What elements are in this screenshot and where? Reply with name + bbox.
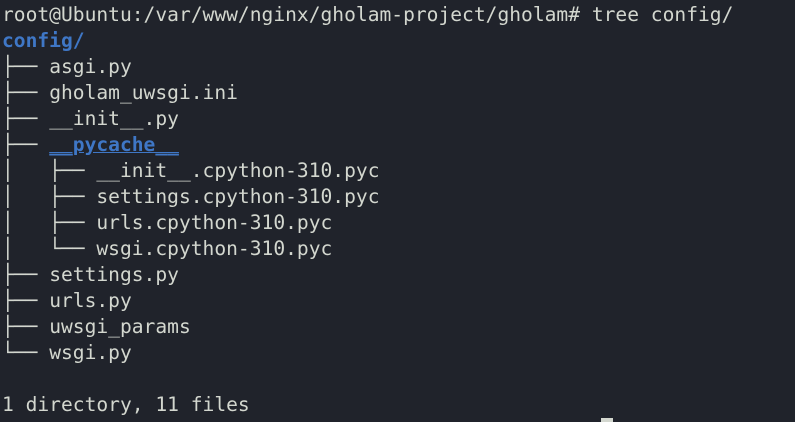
file-name: uwsgi_params bbox=[49, 315, 191, 338]
tree-entry: ├── asgi.py bbox=[2, 54, 132, 80]
file-name: wsgi.cpython-310.pyc bbox=[96, 237, 333, 260]
tree-branch: │ └── bbox=[2, 237, 97, 260]
tree-entry: ├── __init__.py bbox=[2, 106, 179, 132]
tree-entry: ├── __pycache__ bbox=[2, 132, 179, 158]
shell-prompt: root@Ubuntu:/var/www/nginx/gholam-projec… bbox=[2, 3, 581, 26]
tree-entry: │ └── wsgi.cpython-310.pyc bbox=[2, 236, 332, 262]
file-name: urls.cpython-310.pyc bbox=[96, 211, 333, 234]
tree-branch: ├── bbox=[2, 81, 50, 104]
directory-name: __pycache__ bbox=[49, 133, 179, 156]
tree-branch: ├── bbox=[2, 289, 50, 312]
tree-branch: │ ├── bbox=[2, 159, 97, 182]
tree-entry: ├── settings.py bbox=[2, 262, 179, 288]
file-name: urls.py bbox=[49, 289, 132, 312]
tree-branch: ├── bbox=[2, 55, 50, 78]
file-name: settings.cpython-310.pyc bbox=[96, 185, 380, 208]
tree-entry: │ ├── urls.cpython-310.pyc bbox=[2, 210, 332, 236]
tree-branch: ├── bbox=[2, 107, 50, 130]
tree-entry: ├── urls.py bbox=[2, 288, 132, 314]
file-name: asgi.py bbox=[49, 55, 132, 78]
tree-entry: └── wsgi.py bbox=[2, 340, 132, 366]
tree-branch: │ ├── bbox=[2, 211, 97, 234]
tree-branch: ├── bbox=[2, 133, 50, 156]
tree-branch: ├── bbox=[2, 263, 50, 286]
file-name: wsgi.py bbox=[49, 341, 132, 364]
tree-entry: ├── uwsgi_params bbox=[2, 314, 191, 340]
tree-branch: └── bbox=[2, 341, 50, 364]
tree-entry: │ ├── settings.cpython-310.pyc bbox=[2, 184, 380, 210]
file-name: settings.py bbox=[49, 263, 179, 286]
command-line: root@Ubuntu:/var/www/nginx/gholam-projec… bbox=[2, 2, 733, 28]
text-cursor bbox=[601, 418, 613, 422]
tree-entry: │ ├── __init__.cpython-310.pyc bbox=[2, 158, 380, 184]
tree-branch: ├── bbox=[2, 315, 50, 338]
tree-branch: │ ├── bbox=[2, 185, 97, 208]
tree-entry: ├── gholam_uwsgi.ini bbox=[2, 80, 238, 106]
file-name: gholam_uwsgi.ini bbox=[49, 81, 238, 104]
file-name: __init__.py bbox=[49, 107, 179, 130]
tree-summary: 1 directory, 11 files bbox=[2, 393, 250, 416]
command-text: tree config/ bbox=[591, 3, 734, 26]
file-name: __init__.cpython-310.pyc bbox=[96, 159, 380, 182]
tree-root-dir: config/ bbox=[2, 29, 85, 52]
terminal-window[interactable]: root@Ubuntu:/var/www/nginx/gholam-projec… bbox=[0, 0, 795, 422]
